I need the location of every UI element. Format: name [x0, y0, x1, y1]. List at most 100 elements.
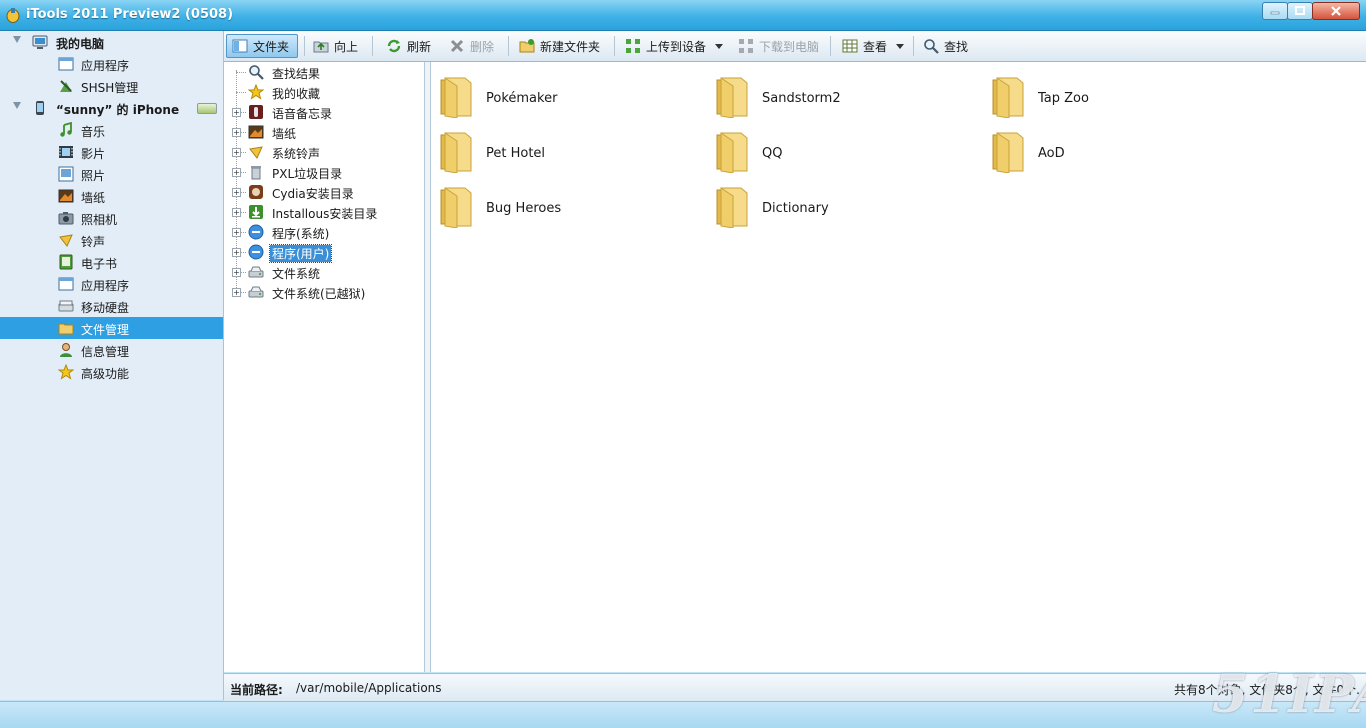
folder-icon — [58, 323, 74, 335]
close-icon — [1331, 6, 1341, 16]
up-button[interactable]: 向上 — [308, 34, 363, 58]
folder-item[interactable]: Bug Heroes — [431, 180, 691, 228]
tree-node-label: 墙纸 — [272, 127, 297, 141]
delete-button[interactable]: 删除 — [444, 34, 499, 58]
folder-icon — [716, 187, 748, 228]
expand-plus-icon[interactable]: + — [232, 268, 241, 277]
sidebar-item-pc-apps[interactable]: 应用程序 — [0, 53, 223, 75]
sidebar-item[interactable]: 移动硬盘 — [0, 295, 223, 317]
app-store-icon — [248, 224, 264, 240]
tree-node-label: Cydia安装目录 — [272, 187, 354, 201]
expand-plus-icon[interactable]: + — [232, 188, 241, 197]
app-window-icon — [58, 57, 74, 71]
view-grid-icon — [842, 39, 858, 53]
sidebar-item[interactable]: 影片 — [0, 141, 223, 163]
sidebar-group-my-computer[interactable]: 我的电脑 — [0, 31, 223, 53]
folder-name: QQ — [762, 146, 783, 161]
tree-node[interactable]: + 墙纸 — [224, 122, 424, 142]
folder-item[interactable]: QQ — [707, 125, 967, 173]
toolbar: 文件夹 向上 刷新 删除 新建文件夹 上传到设备 下载到电脑 查看 查找 — [224, 31, 1366, 62]
tree-node[interactable]: 我的收藏 — [224, 82, 424, 102]
expand-plus-icon[interactable]: + — [232, 228, 241, 237]
tree-node[interactable]: 查找结果 — [224, 62, 424, 82]
sidebar-item-label: 应用程序 — [81, 59, 130, 73]
current-path: /var/mobile/Applications — [296, 681, 442, 695]
folder-item[interactable]: Tap Zoo — [983, 70, 1243, 118]
expand-plus-icon[interactable]: + — [232, 288, 241, 297]
folder-item[interactable]: Pokémaker — [431, 70, 691, 118]
dropdown-caret-icon[interactable] — [715, 43, 724, 49]
tree-node[interactable]: + 程序(系统) — [224, 222, 424, 242]
tree-node[interactable]: + PXL垃圾目录 — [224, 162, 424, 182]
folder-item[interactable]: Sandstorm2 — [707, 70, 967, 118]
collapse-arrow-icon[interactable] — [13, 102, 21, 109]
view-button[interactable]: 查看 — [837, 34, 909, 58]
folder-item[interactable]: Dictionary — [707, 180, 967, 228]
expand-plus-icon[interactable]: + — [232, 168, 241, 177]
search-icon — [924, 39, 939, 54]
tree-node[interactable]: + 语音备忘录 — [224, 102, 424, 122]
tree-node[interactable]: + Cydia安装目录 — [224, 182, 424, 202]
search-button[interactable]: 查找 — [918, 34, 973, 58]
sidebar-item[interactable]: 墙纸 — [0, 185, 223, 207]
folder-icon — [716, 132, 748, 173]
upload-to-device-button[interactable]: 上传到设备 — [620, 34, 728, 58]
sidebar-item[interactable]: 铃声 — [0, 229, 223, 251]
tree-node[interactable]: + 程序(用户) — [224, 242, 424, 263]
expand-plus-icon[interactable]: + — [232, 148, 241, 157]
sidebar-item-label: 墙纸 — [81, 191, 106, 205]
refresh-button[interactable]: 刷新 — [381, 34, 436, 58]
minimize-button[interactable] — [1262, 2, 1288, 20]
sidebar-item-label: 文件管理 — [81, 323, 130, 337]
sidebar-item[interactable]: 照片 — [0, 163, 223, 185]
dropdown-caret-icon[interactable] — [896, 43, 905, 49]
new-folder-button[interactable]: 新建文件夹 — [514, 34, 605, 58]
folder-view-button[interactable]: 文件夹 — [226, 34, 298, 58]
film-icon — [59, 146, 73, 158]
sidebar-item[interactable]: 照相机 — [0, 207, 223, 229]
battery-icon — [197, 103, 217, 114]
drive-icon — [248, 266, 264, 278]
sidebar-item[interactable]: 信息管理 — [0, 339, 223, 361]
collapse-arrow-icon[interactable] — [13, 36, 21, 43]
tree-node-label: Installous安装目录 — [272, 207, 378, 221]
expand-plus-icon[interactable]: + — [232, 208, 241, 217]
sidebar-item-label: 应用程序 — [81, 279, 130, 293]
download-icon — [739, 39, 753, 53]
expand-plus-icon[interactable]: + — [232, 128, 241, 137]
folder-item[interactable]: AoD — [983, 125, 1243, 173]
sidebar-item[interactable]: 应用程序 — [0, 273, 223, 295]
tree-node-label: 系统铃声 — [272, 147, 321, 161]
maximize-button[interactable] — [1287, 2, 1313, 20]
folder-name: Pet Hotel — [486, 146, 546, 161]
sidebar-item[interactable]: 电子书 — [0, 251, 223, 273]
tree-node[interactable]: + 文件系统 — [224, 262, 424, 282]
iphone-icon — [36, 101, 44, 115]
tree-node[interactable]: + 文件系统(已越狱) — [224, 282, 424, 302]
folder-item[interactable]: Pet Hotel — [431, 125, 691, 173]
expand-plus-icon[interactable]: + — [232, 108, 241, 117]
sidebar-item[interactable]: 音乐 — [0, 119, 223, 141]
drive-icon — [248, 286, 264, 298]
tree-node[interactable]: + 系统铃声 — [224, 142, 424, 162]
folder-icon — [716, 77, 748, 118]
wallpaper-icon — [248, 125, 264, 139]
sidebar-item[interactable]: 高级功能 — [0, 361, 223, 383]
computer-icon — [32, 35, 48, 49]
sidebar-item-shsh[interactable]: SHSH管理 — [0, 75, 223, 97]
tree-node-label: 我的收藏 — [272, 87, 321, 101]
camera-icon — [58, 212, 74, 225]
tree-node-label: 程序(用户) — [268, 244, 333, 263]
download-to-pc-button[interactable]: 下载到电脑 — [733, 34, 824, 58]
sidebar-item[interactable]: 文件管理 — [0, 317, 223, 339]
tree-connector — [236, 92, 246, 93]
expand-plus-icon[interactable]: + — [232, 248, 241, 257]
sidebar-group-iphone[interactable]: “sunny” 的 iPhone — [0, 97, 223, 119]
folder-name: Tap Zoo — [1038, 91, 1089, 106]
close-button[interactable] — [1312, 2, 1360, 20]
tree-node[interactable]: + Installous安装目录 — [224, 202, 424, 222]
app-window-icon — [58, 277, 74, 291]
toolbar-label: 向上 — [334, 39, 359, 54]
tree-node-label: 语音备忘录 — [272, 107, 333, 121]
folder-icon — [440, 132, 472, 173]
